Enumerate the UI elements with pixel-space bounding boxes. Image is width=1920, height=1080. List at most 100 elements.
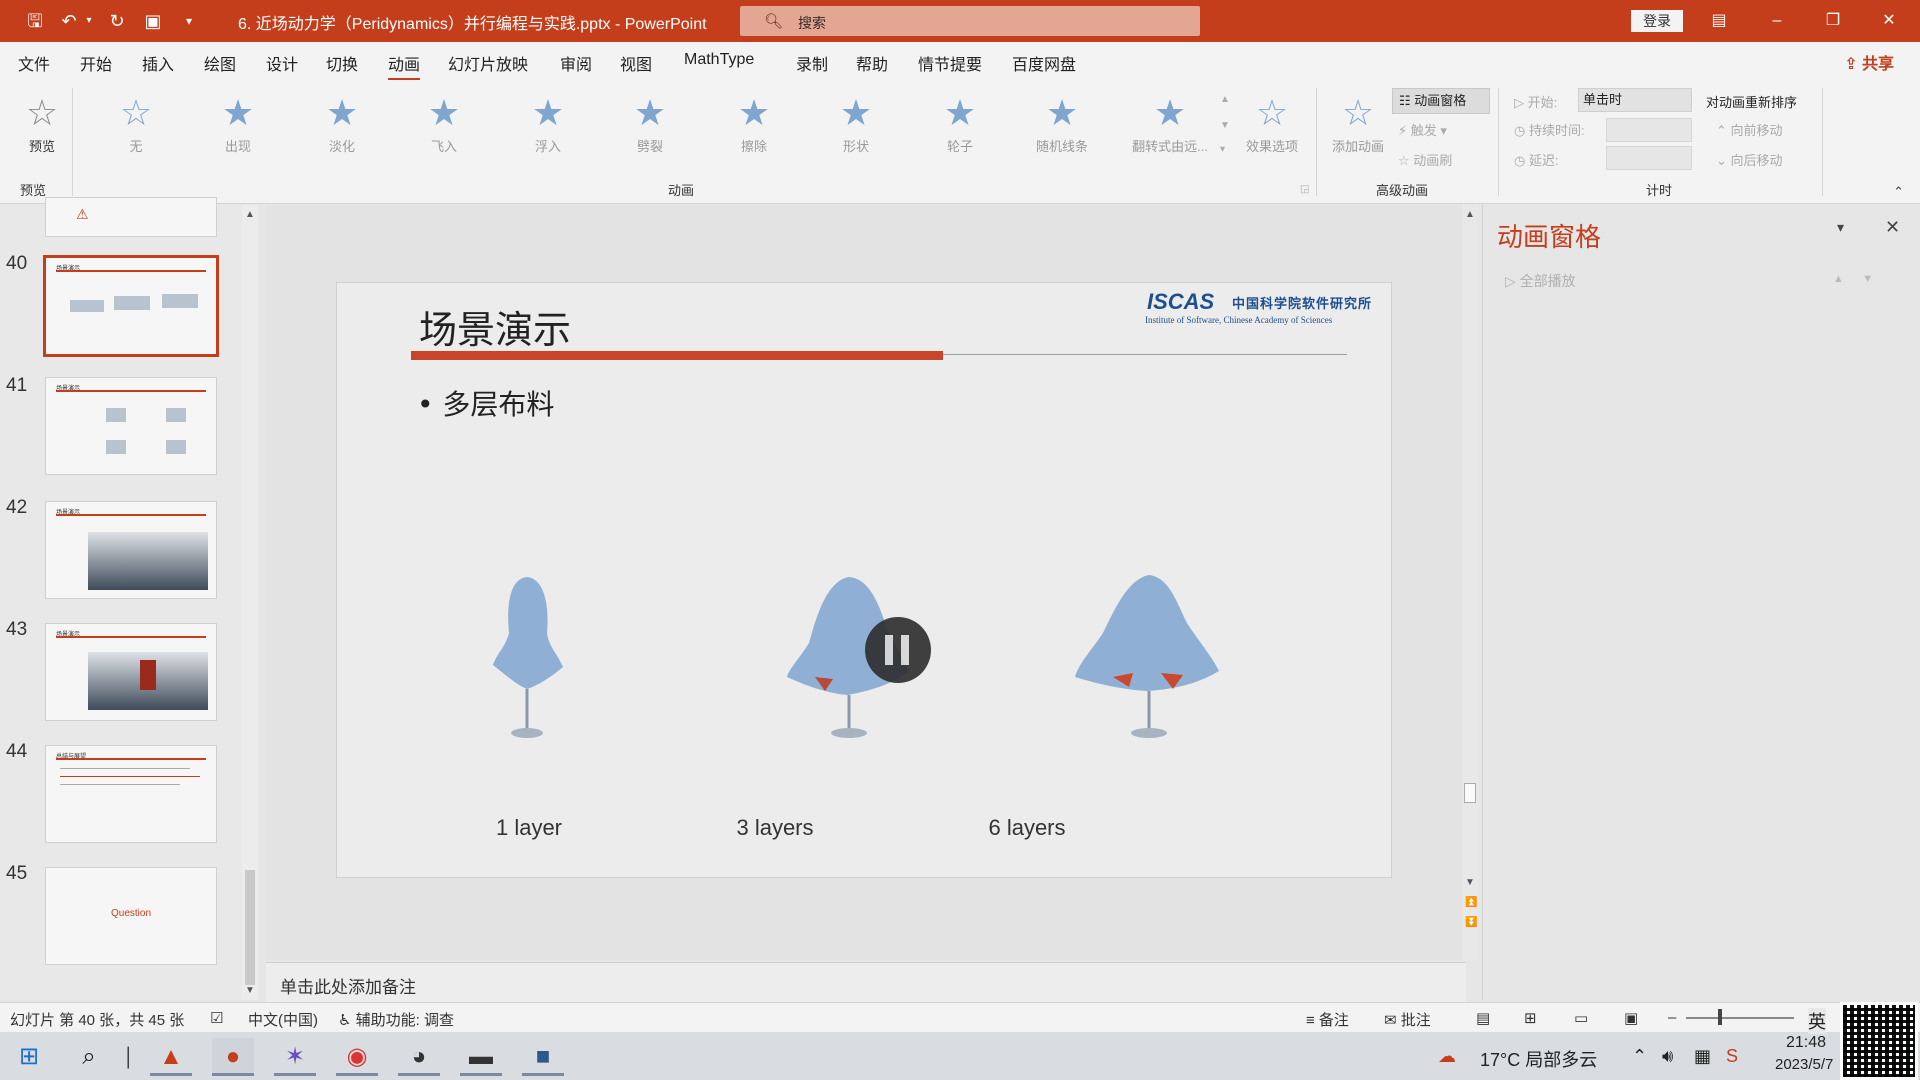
accessibility-status[interactable]: ♿︎ 辅助功能: 调查 — [338, 1009, 454, 1030]
animation-fade[interactable]: ★ 淡化 — [300, 92, 384, 168]
undo-dropdown-icon[interactable]: ▾ — [82, 8, 96, 34]
ribbon-display-icon[interactable]: ▤ — [1704, 8, 1734, 34]
tab-baidu-netdisk[interactable]: 百度网盘 — [1012, 51, 1076, 75]
undo-icon[interactable]: ↶ — [56, 8, 82, 34]
tab-animations[interactable]: 动画 — [388, 51, 421, 81]
slide-thumbnail-40[interactable]: 场景演示 — [43, 255, 219, 357]
tab-storyboard[interactable]: 情节提要 — [918, 51, 982, 75]
play-all-button[interactable]: ▷ 全部播放 — [1505, 271, 1576, 291]
bullet-text[interactable]: • 多层布料 — [417, 383, 554, 423]
restore-icon[interactable]: ❐ — [1818, 8, 1848, 34]
scrollbar-thumb[interactable] — [245, 870, 255, 985]
slide-thumbnail-43[interactable]: 场景演示 — [45, 623, 217, 721]
video-pause-button[interactable] — [865, 617, 931, 683]
app-icon[interactable]: ◕ — [398, 1038, 440, 1076]
clock-date[interactable]: 2023/5/7 — [1775, 1056, 1833, 1073]
app-icon[interactable]: ■ — [522, 1038, 564, 1076]
tab-insert[interactable]: 插入 — [142, 51, 174, 75]
animation-random-bars[interactable]: ★ 随机线条 — [1020, 92, 1104, 168]
login-button[interactable]: 登录 — [1631, 10, 1683, 32]
tab-view[interactable]: 视图 — [620, 51, 652, 75]
slide-thumbnail-41[interactable]: 场景演示 — [45, 377, 217, 475]
ime-mode[interactable]: 英 — [1808, 1008, 1826, 1034]
taskbar-search-icon[interactable]: ⌕ — [68, 1038, 110, 1076]
customize-toolbar-icon[interactable]: ▾ — [176, 8, 202, 34]
tab-slideshow[interactable]: 幻灯片放映 — [448, 51, 528, 75]
slide-thumbnail-45[interactable]: Question — [45, 867, 217, 965]
animation-float-in[interactable]: ★ 浮入 — [506, 92, 590, 168]
slide-title[interactable]: 场景演示 — [419, 299, 571, 354]
cloth-image-1-layer[interactable] — [477, 573, 577, 743]
scroll-up-icon[interactable]: ▲ — [1465, 209, 1475, 220]
slide-canvas[interactable]: 场景演示 ISCAS 中国科学院软件研究所 Institute of Softw… — [336, 282, 1392, 878]
animation-grow-turn[interactable]: ★ 翻转式由远... — [1124, 92, 1216, 168]
tab-record[interactable]: 录制 — [796, 51, 828, 75]
thumbnails-scrollbar[interactable]: ▲ ▼ — [242, 205, 258, 1000]
present-icon[interactable]: ▣ — [140, 8, 166, 34]
close-window-icon[interactable]: ✕ — [1874, 8, 1904, 34]
notes-pane[interactable]: 单击此处添加备注 — [266, 962, 1466, 1002]
language-status[interactable]: 中文(中国) — [248, 1009, 318, 1030]
visual-studio-icon[interactable]: ✶ — [274, 1038, 316, 1076]
collapse-ribbon-icon[interactable]: ⌃ — [1893, 184, 1904, 200]
scroll-down-icon[interactable]: ▼ — [1465, 877, 1475, 888]
chrome-icon[interactable]: ◉ — [336, 1038, 378, 1076]
minimize-icon[interactable]: – — [1762, 8, 1792, 34]
tab-mathtype[interactable]: MathType — [684, 51, 754, 69]
slide-sorter-icon[interactable]: ⊞ — [1524, 1009, 1537, 1027]
zoom-slider-thumb[interactable] — [1718, 1009, 1722, 1025]
reading-view-icon[interactable]: ▭ — [1574, 1009, 1588, 1027]
previous-slide-icon[interactable]: ⏫ — [1465, 897, 1477, 908]
slide-thumbnail-44[interactable]: 总结与展望 — [45, 745, 217, 843]
normal-view-icon[interactable]: ▤ — [1476, 1009, 1490, 1027]
animation-wheel[interactable]: ★ 轮子 — [918, 92, 1002, 168]
clock-time[interactable]: 21:48 — [1786, 1034, 1826, 1052]
tab-file[interactable]: 文件 — [18, 51, 50, 75]
animation-appear[interactable]: ★ 出现 — [196, 92, 280, 168]
animation-painter-button[interactable]: ☆ 动画刷 — [1398, 150, 1452, 169]
start-select[interactable]: 单击时 — [1578, 88, 1692, 112]
slide-thumbnail-39[interactable]: ⚠ — [45, 197, 217, 237]
share-button[interactable]: ⇪ 共享 — [1844, 50, 1894, 74]
tab-review[interactable]: 审阅 — [560, 51, 592, 75]
scroll-up-icon[interactable]: ▲ — [245, 209, 255, 220]
terminal-icon[interactable]: ▬ — [460, 1038, 502, 1076]
gallery-more-icon[interactable]: ▾ — [1220, 144, 1225, 155]
weather-status[interactable]: 17°C 局部多云 — [1480, 1046, 1597, 1072]
spellcheck-icon[interactable]: ☑ — [210, 1009, 223, 1027]
save-icon[interactable]: 🖫 — [22, 8, 48, 34]
move-earlier-button[interactable]: ⌃ 向前移动 — [1716, 120, 1783, 139]
duration-field[interactable] — [1606, 118, 1692, 142]
ime-icon[interactable]: ▦ — [1694, 1046, 1711, 1067]
tab-design[interactable]: 设计 — [266, 51, 298, 75]
animation-pane-button[interactable]: ☷ 动画窗格 — [1392, 88, 1490, 114]
cloth-image-6-layers[interactable] — [1073, 573, 1223, 743]
weather-icon[interactable]: ☁ — [1438, 1046, 1456, 1067]
tray-chevron-icon[interactable]: ⌃ — [1632, 1046, 1647, 1067]
reorder-arrows-icon[interactable]: ▲ ▼ — [1833, 273, 1873, 285]
animation-dialog-launcher-icon[interactable]: ◲ — [1300, 184, 1309, 195]
powerpoint-icon[interactable]: ● — [212, 1038, 254, 1076]
move-later-button[interactable]: ⌄ 向后移动 — [1716, 150, 1783, 169]
task-view-icon[interactable]: │ — [108, 1038, 150, 1076]
sogou-icon[interactable]: S — [1726, 1046, 1738, 1067]
zoom-slider[interactable] — [1686, 1017, 1794, 1019]
app-icon[interactable]: ▲ — [150, 1038, 192, 1076]
next-slide-icon[interactable]: ⏬ — [1465, 917, 1477, 928]
slide-scrollbar[interactable]: ▲ ▼ ⏫ ⏬ — [1462, 205, 1478, 960]
scrollbar-thumb[interactable] — [1464, 783, 1476, 803]
scroll-down-icon[interactable]: ▼ — [245, 985, 255, 996]
tab-draw[interactable]: 绘图 — [204, 51, 236, 75]
notes-toggle[interactable]: ≡ 备注 — [1306, 1009, 1349, 1030]
gallery-scroll-down-icon[interactable]: ▼ — [1220, 120, 1230, 131]
animation-fly-in[interactable]: ★ 飞入 — [402, 92, 486, 168]
gallery-scroll-up-icon[interactable]: ▲ — [1220, 94, 1230, 105]
search-input[interactable]: 🔍︎ 搜索 — [740, 6, 1200, 36]
delay-field[interactable] — [1606, 146, 1692, 170]
effect-options-button[interactable]: ☆ 效果选项 — [1232, 92, 1312, 168]
comments-toggle[interactable]: ✉ 批注 — [1384, 1009, 1431, 1030]
add-animation-button[interactable]: ☆ 添加动画 — [1318, 92, 1398, 168]
pane-options-icon[interactable]: ▾ — [1837, 219, 1844, 236]
slideshow-view-icon[interactable]: ▣ — [1624, 1009, 1638, 1027]
windows-start-icon[interactable]: ⊞ — [8, 1038, 50, 1076]
